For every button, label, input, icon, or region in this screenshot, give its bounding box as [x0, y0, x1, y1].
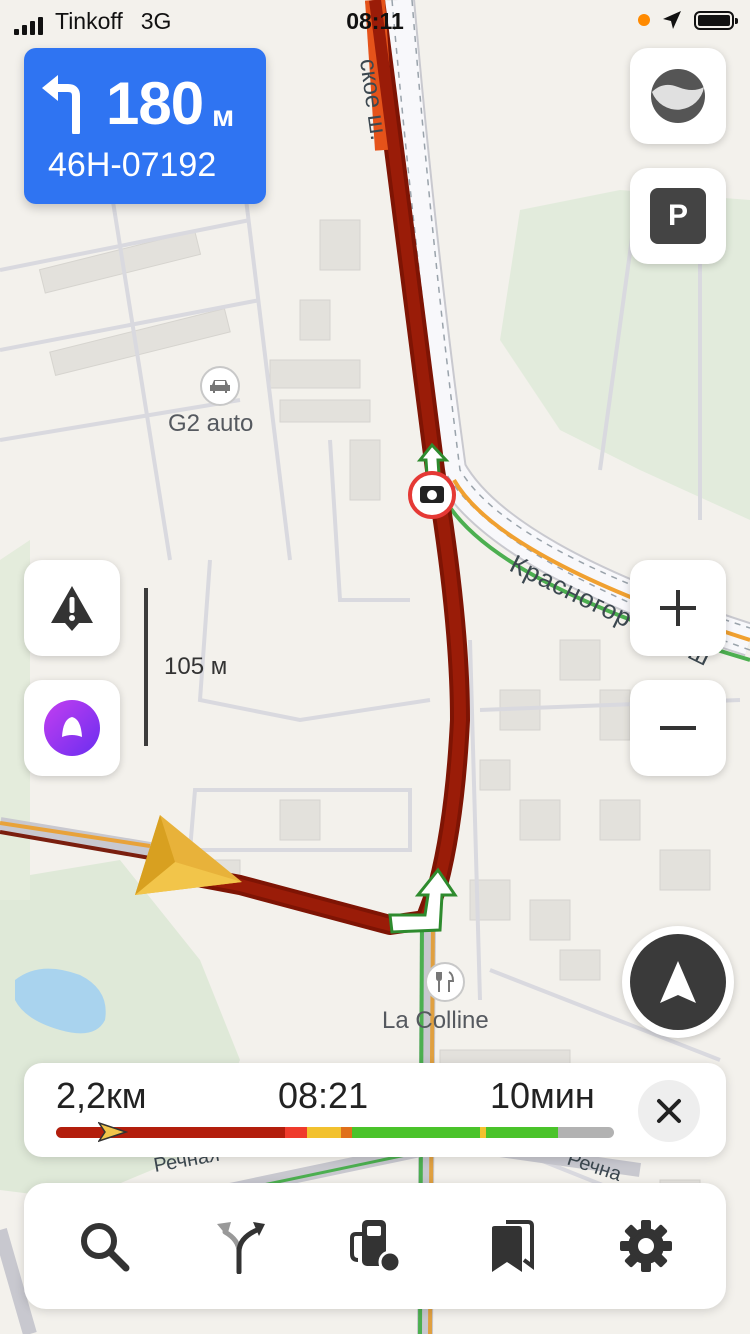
arrival-time: 08:21 — [278, 1075, 369, 1116]
maneuver-distance: 180 — [106, 70, 204, 137]
traffic-segment — [340, 1127, 352, 1138]
parking-button[interactable]: P — [630, 168, 726, 264]
car-icon[interactable] — [200, 366, 240, 406]
turn-left-icon — [42, 75, 80, 134]
location-arrow-icon — [663, 11, 681, 29]
traffic-progress-bar — [56, 1127, 614, 1138]
traffic-layer-icon — [651, 69, 705, 123]
map-scale-label: 105 м — [164, 653, 228, 680]
bookmarks-button[interactable] — [471, 1206, 551, 1286]
traffic-layer-button[interactable] — [630, 48, 726, 144]
compass-button[interactable] — [622, 926, 734, 1038]
remaining-distance: 2,2км — [56, 1075, 147, 1116]
settings-button[interactable] — [606, 1206, 686, 1286]
traffic-segment — [284, 1127, 308, 1138]
traffic-segment — [351, 1127, 481, 1138]
settings-icon — [620, 1220, 672, 1272]
compass-icon — [660, 961, 696, 1003]
close-route-button[interactable] — [638, 1080, 700, 1142]
map-scale-bar — [144, 588, 148, 746]
traffic-segment — [56, 1127, 285, 1138]
battery-icon — [694, 10, 738, 30]
restaurant-icon[interactable] — [425, 962, 465, 1002]
alice-icon — [44, 700, 100, 756]
search-button[interactable] — [64, 1206, 144, 1286]
alice-voice-button[interactable] — [24, 680, 120, 776]
alert-icon — [51, 586, 93, 631]
route-options-button[interactable] — [201, 1206, 281, 1286]
maneuver-distance-unit: м — [212, 100, 235, 133]
remaining-duration: 10мин — [490, 1075, 595, 1116]
traffic-segment — [485, 1127, 559, 1138]
poi-label-g2-auto[interactable]: G2 auto — [168, 410, 253, 438]
close-icon — [657, 1099, 681, 1123]
zoom-in-icon — [660, 590, 696, 626]
zoom-in-button[interactable] — [630, 560, 726, 656]
route-options-icon — [217, 1222, 265, 1274]
gas-station-icon — [350, 1220, 402, 1274]
status-bar: Tinkoff 3G 08:11 — [0, 0, 750, 40]
bookmarks-icon — [492, 1220, 534, 1272]
maneuver-card[interactable]: 180 м 46Н-07192 — [24, 48, 266, 204]
poi-label-la-colline[interactable]: La Colline — [382, 1007, 489, 1035]
traffic-segment — [307, 1127, 341, 1138]
report-incident-button[interactable] — [24, 560, 120, 656]
route-info-panel[interactable]: 2,2км 08:21 10мин — [24, 1063, 726, 1157]
gas-station-button[interactable] — [336, 1206, 416, 1286]
zoom-out-icon — [660, 726, 696, 730]
bottom-toolbar — [24, 1183, 726, 1309]
zoom-out-button[interactable] — [630, 680, 726, 776]
recording-dot-icon — [638, 14, 650, 26]
search-icon — [81, 1223, 130, 1272]
parking-icon: P — [650, 188, 706, 244]
current-position-marker-icon — [98, 1121, 128, 1143]
road-number: 46Н-07192 — [48, 146, 217, 184]
